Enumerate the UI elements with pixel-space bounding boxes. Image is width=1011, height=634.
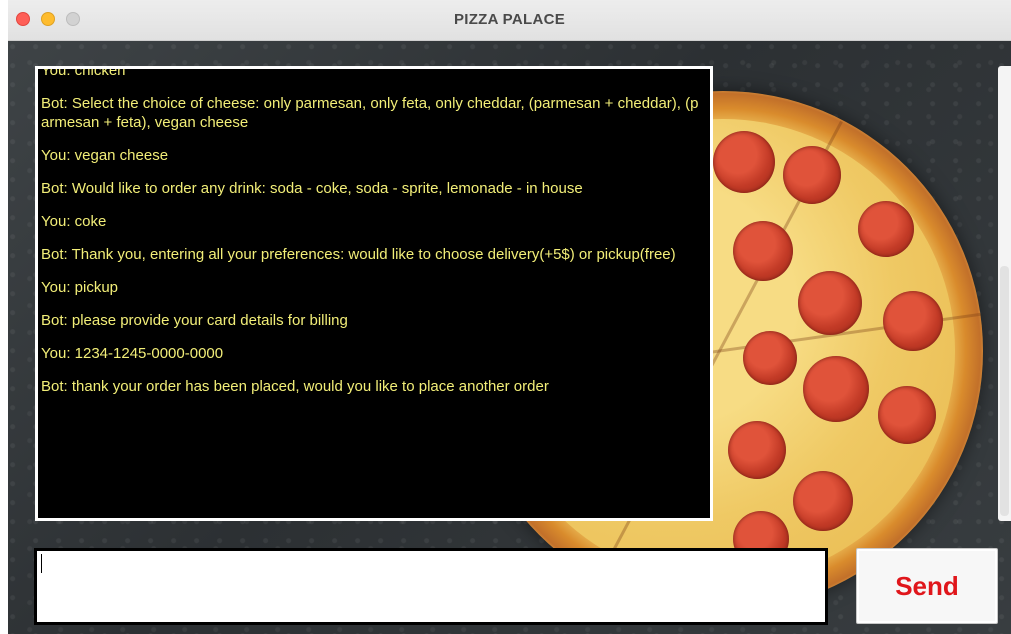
side-scrollbar[interactable] [998, 66, 1011, 521]
chat-message: Bot: Thank you, entering all your prefer… [41, 246, 676, 263]
window-title: PIZZA PALACE [453, 11, 566, 28]
pepperoni [783, 146, 841, 204]
pepperoni [793, 471, 853, 531]
chat-message: Bot: thank your order has been placed, w… [41, 378, 549, 395]
pepperoni [743, 331, 797, 385]
chat-message: You: 1234-1245-0000-0000 [41, 345, 224, 362]
chat-message: You: pickup [41, 279, 119, 296]
scrollbar-thumb[interactable] [1000, 266, 1009, 516]
send-button[interactable]: Send [856, 548, 998, 624]
chat-message: You: chicken [41, 66, 126, 79]
chat-log[interactable]: You: chicken Bot: Select the choice of c… [35, 66, 713, 521]
title-bar: PIZZA PALACE [8, 0, 1011, 41]
pepperoni [883, 291, 943, 351]
chat-message: You: vegan cheese [41, 147, 169, 164]
pepperoni [803, 356, 869, 422]
chat-message: Bot: Select the choice of cheese: only p… [41, 95, 699, 131]
pepperoni [728, 421, 786, 479]
main-content: You: chicken Bot: Select the choice of c… [8, 41, 1011, 634]
pepperoni [733, 221, 793, 281]
pepperoni [878, 386, 936, 444]
chat-message: Bot: Would like to order any drink: soda… [41, 180, 583, 197]
chat-message: Bot: please provide your card details fo… [41, 312, 348, 329]
app-window: PIZZA PALACE You: chicken Bot: Select th… [8, 0, 1011, 634]
pepperoni [713, 131, 775, 193]
chat-messages: You: chicken Bot: Select the choice of c… [41, 66, 706, 410]
text-caret [41, 554, 42, 573]
chat-message: You: coke [41, 213, 107, 230]
pepperoni [798, 271, 862, 335]
pepperoni [858, 201, 914, 257]
message-input[interactable] [34, 548, 828, 625]
